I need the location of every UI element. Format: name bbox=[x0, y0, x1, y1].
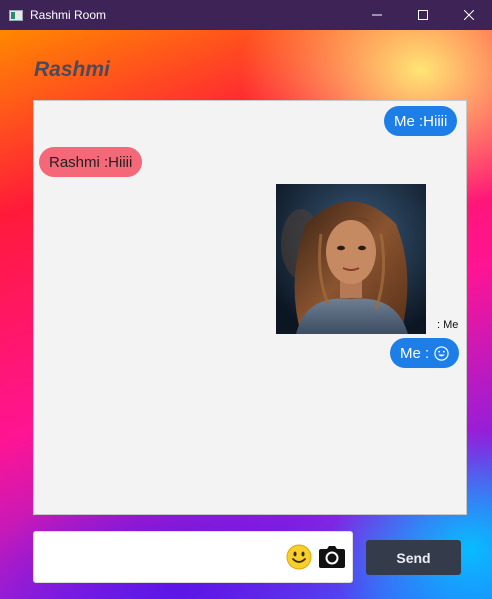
photo-caption: : Me bbox=[437, 319, 459, 331]
message-bubble-me: Me :Hiiii bbox=[384, 106, 458, 136]
message-bubble-other: Rashmi :Hiiii bbox=[39, 147, 143, 177]
shared-photo[interactable] bbox=[276, 184, 426, 334]
message-text: Me : bbox=[400, 344, 430, 362]
smiley-emoji-icon bbox=[434, 345, 449, 361]
maximize-button[interactable] bbox=[400, 0, 446, 30]
message-text: Me :Hiiii bbox=[394, 112, 448, 130]
minimize-icon bbox=[372, 14, 382, 16]
message-list[interactable]: Me :Hiiii Rashmi :Hiiii: Me Me: bbox=[33, 100, 467, 515]
app-icon bbox=[9, 9, 23, 21]
send-button[interactable]: Send bbox=[366, 540, 461, 575]
minimize-button[interactable] bbox=[354, 0, 400, 30]
camera-icon[interactable] bbox=[318, 544, 346, 570]
maximize-icon bbox=[418, 10, 428, 20]
smiley-icon[interactable] bbox=[286, 544, 312, 570]
message-bubble-me: Me : bbox=[390, 338, 460, 368]
message-text: Rashmi :Hiiii bbox=[49, 153, 133, 171]
message-input[interactable] bbox=[33, 531, 353, 583]
chat-contact-name: Rashmi bbox=[34, 58, 110, 81]
window-title: Rashmi Room bbox=[30, 8, 107, 22]
app-window: Rashmi Room Rashmi Me :Hiiii Rashmi :Hii… bbox=[0, 0, 492, 599]
close-icon bbox=[464, 10, 474, 20]
portrait-image bbox=[276, 184, 426, 334]
close-button[interactable] bbox=[446, 0, 492, 30]
window-controls bbox=[354, 0, 492, 30]
title-bar: Rashmi Room bbox=[0, 0, 492, 30]
